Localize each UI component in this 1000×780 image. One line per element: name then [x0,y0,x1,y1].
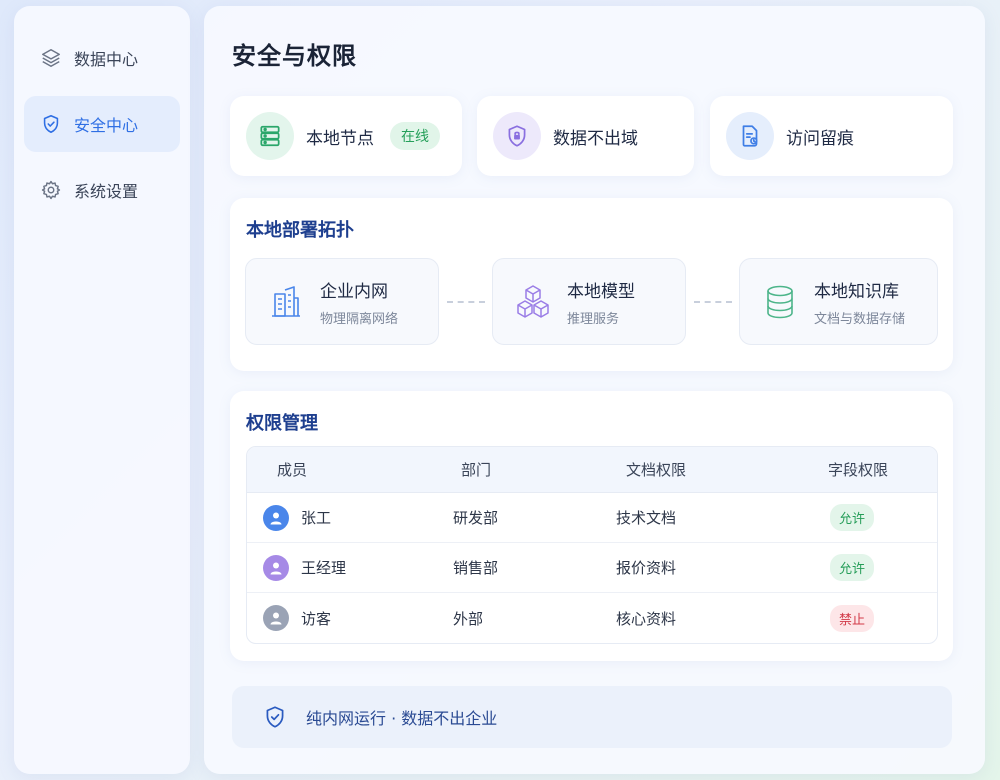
doc-permission-cell: 报价资料 [606,543,806,593]
department-cell: 销售部 [441,543,606,593]
sidebar-item-system-settings[interactable]: 系统设置 [24,162,180,218]
stat-card-data-in-domain[interactable]: 数据不出域 [477,96,694,176]
stat-label: 访问留痕 [786,128,854,149]
section-title: 权限管理 [246,413,318,434]
user-icon [270,512,282,524]
sidebar-item-data-center[interactable]: 数据中心 [24,30,180,86]
stat-card-local-node[interactable]: 本地节点 在线 [230,96,462,176]
shield-check-icon [266,706,284,728]
department-cell: 研发部 [441,493,606,543]
department-cell: 外部 [453,609,484,628]
avatar [263,504,289,531]
member-name: 王经理 [301,559,347,577]
footer-text: 纯内网运行 · 数据不出企业 [306,709,498,728]
sidebar-item-label: 安全中心 [74,116,139,135]
topology-node-sub: 推理服务 [567,311,620,327]
avatar [263,605,289,631]
status-badge-online: 在线 [390,122,440,150]
table-header-row: 成员 部门 文档权限 字段权限 [247,447,937,493]
member-name: 访客 [301,609,332,628]
section-title: 本地部署拓扑 [246,220,354,241]
permissions-card: 权限管理 成员 部门 文档权限 字段权限 张工 研发部 技术文档 允许 王经理 … [230,391,953,661]
topology-node-name: 本地模型 [567,281,635,302]
topology-node-name: 企业内网 [320,281,388,302]
table-row[interactable]: 张工 研发部 技术文档 允许 [247,493,937,543]
stat-label: 本地节点 [306,128,374,149]
topology-node-sub: 文档与数据存储 [814,311,906,327]
column-header-doc-permission[interactable]: 文档权限 [606,447,806,493]
sidebar-item-label: 系统设置 [74,182,139,201]
page-title: 安全与权限 [232,42,357,70]
avatar [263,554,289,581]
sidebar: 数据中心 安全中心 系统设置 [14,6,190,774]
topology-connector [694,301,732,303]
member-name: 张工 [301,509,332,527]
topology-node-intranet[interactable]: 企业内网 物理隔离网络 [245,258,439,345]
doc-permission-cell: 核心资料 [616,609,677,628]
gear-icon [41,180,61,200]
sidebar-item-security-center[interactable]: 安全中心 [24,96,180,152]
status-badge[interactable]: 允许 [830,504,875,531]
table-row[interactable]: 访客 外部 核心资料 禁止 [247,593,937,643]
user-icon [270,612,282,625]
stat-label: 数据不出域 [553,128,638,149]
topology-node-name: 本地知识库 [814,281,899,302]
layers-icon [42,49,60,67]
column-header-field-permission[interactable]: 字段权限 [806,447,937,493]
status-badge[interactable]: 禁止 [830,604,875,632]
topology-node-sub: 物理隔离网络 [320,311,399,327]
topology-node-local-model[interactable]: 本地模型 推理服务 [492,258,686,345]
shield-check-icon [43,114,59,134]
topology-connector [447,301,485,303]
table-row[interactable]: 王经理 销售部 报价资料 允许 [247,543,937,593]
main-panel: 安全与权限 本地节点 在线 数据不出域 访问留痕 本地部署拓扑 企业内网 物理隔… [204,6,985,774]
topology-card: 本地部署拓扑 企业内网 物理隔离网络 本地模型 推理服务 本地知识库 文档与数据… [230,198,953,371]
sidebar-item-label: 数据中心 [74,50,139,69]
status-badge[interactable]: 允许 [830,554,875,581]
database-icon [767,285,793,318]
cubes-icon [517,284,549,318]
stat-card-access-trace[interactable]: 访问留痕 [710,96,953,176]
user-icon [270,562,282,574]
column-header-member[interactable]: 成员 [247,447,441,493]
permissions-table: 成员 部门 文档权限 字段权限 张工 研发部 技术文档 允许 王经理 销售部 报… [246,446,938,644]
building-icon [272,285,300,317]
topology-node-knowledge-base[interactable]: 本地知识库 文档与数据存储 [739,258,938,345]
footer-banner: 纯内网运行 · 数据不出企业 [232,686,952,748]
server-icon [246,112,294,160]
document-audit-icon [726,112,774,160]
doc-permission-cell: 技术文档 [606,493,806,543]
shield-lock-icon [493,112,541,160]
column-header-department[interactable]: 部门 [441,447,606,493]
